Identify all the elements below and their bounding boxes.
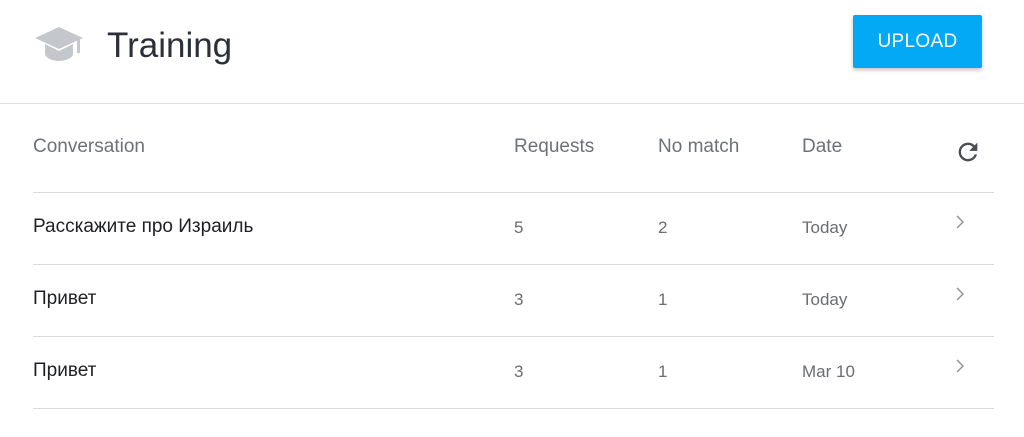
refresh-icon[interactable] (954, 138, 982, 166)
graduation-cap-icon (35, 27, 83, 61)
no-match-count: 1 (658, 362, 668, 381)
no-match-count: 2 (658, 218, 668, 237)
chevron-right-icon[interactable] (953, 213, 967, 231)
page-header: Training UPLOAD (0, 0, 1024, 104)
upload-button[interactable]: UPLOAD (853, 15, 982, 68)
training-table: Conversation Requests No match Date Расс… (33, 105, 994, 409)
no-match-count: 1 (658, 290, 668, 309)
conversation-date: Today (802, 290, 848, 309)
table-row[interactable]: Привет 3 1 Today (33, 265, 994, 337)
conversation-date: Today (802, 218, 848, 237)
table-row[interactable]: Привет 3 1 Mar 10 (33, 337, 994, 409)
page-title: Training (107, 26, 233, 65)
requests-count: 3 (514, 290, 524, 309)
table-header-row: Conversation Requests No match Date (33, 105, 994, 193)
column-header-no-match[interactable]: No match (658, 136, 739, 158)
chevron-right-icon[interactable] (953, 357, 967, 375)
table-row[interactable]: Расскажите про Израиль 5 2 Today (33, 193, 994, 265)
conversation-name: Расскажите про Израиль (33, 216, 254, 237)
conversation-name: Привет (33, 288, 97, 309)
requests-count: 5 (514, 218, 524, 237)
column-header-conversation[interactable]: Conversation (33, 136, 145, 158)
requests-count: 3 (514, 362, 524, 381)
conversation-name: Привет (33, 360, 97, 381)
chevron-right-icon[interactable] (953, 285, 967, 303)
column-header-date[interactable]: Date (802, 136, 842, 158)
conversation-date: Mar 10 (802, 362, 855, 381)
column-header-requests[interactable]: Requests (514, 136, 594, 158)
